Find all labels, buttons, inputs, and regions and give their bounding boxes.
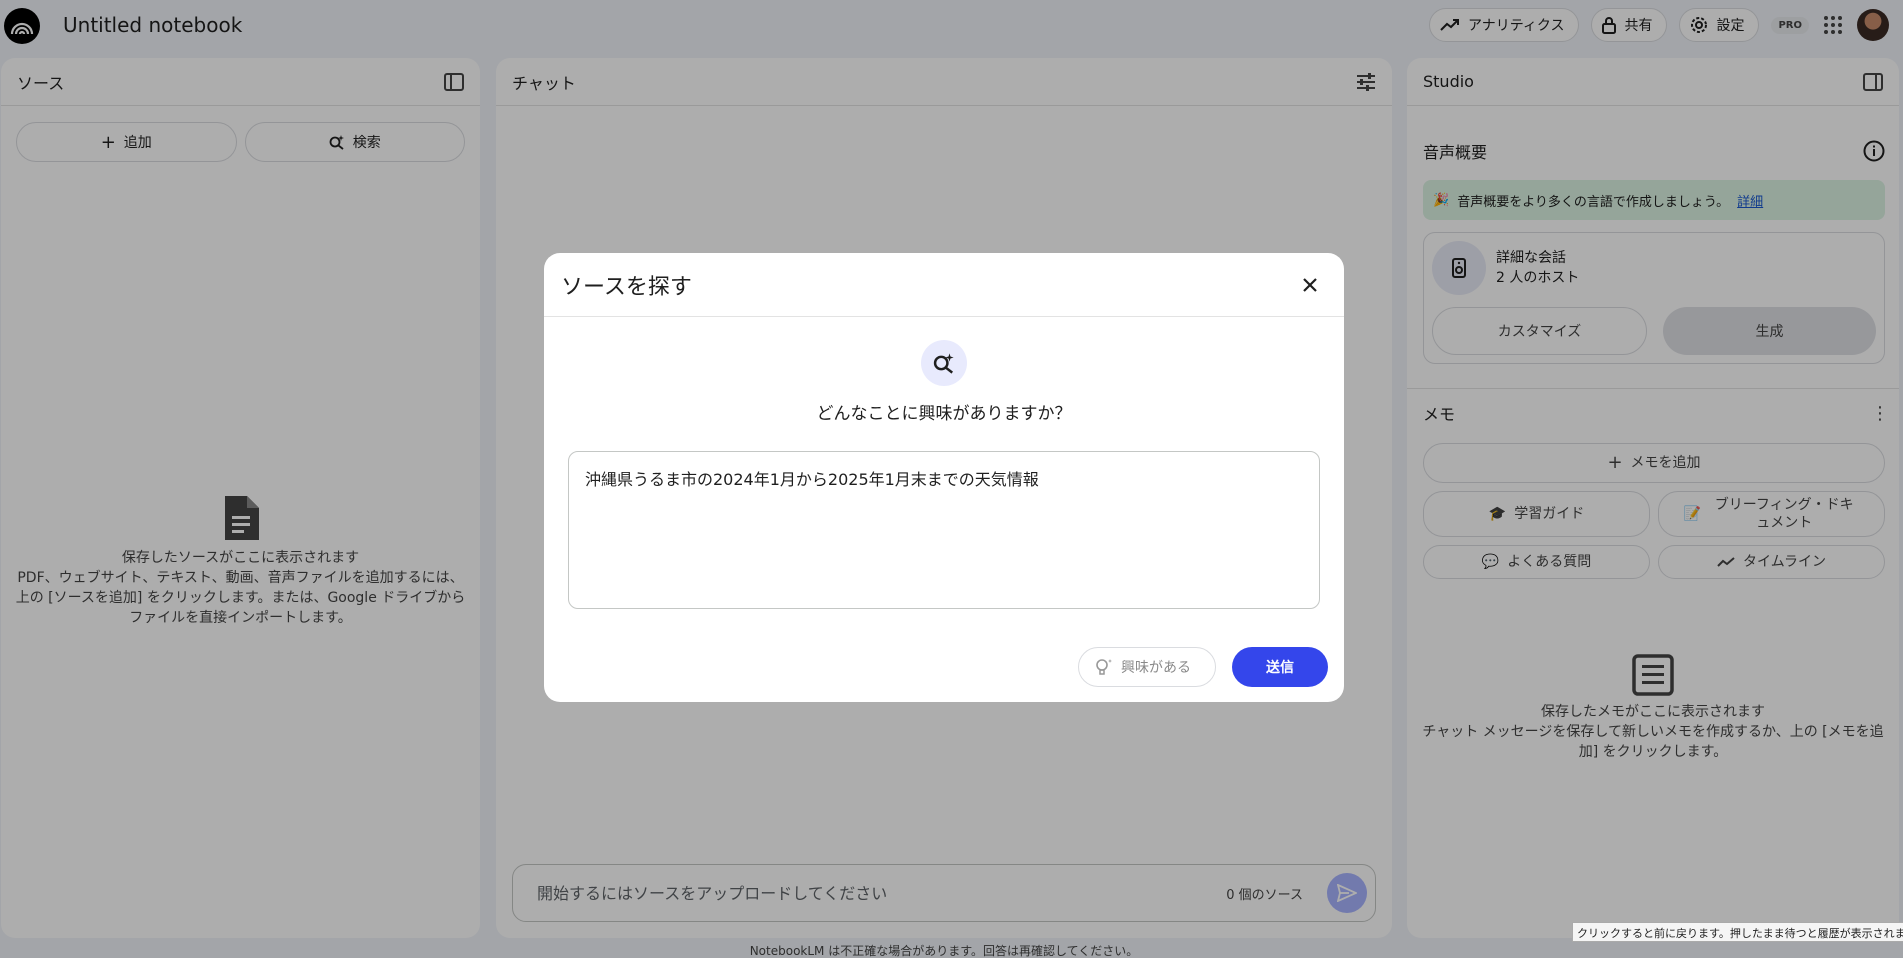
dialog-question: どんなことに興味がありますか？	[816, 404, 1072, 424]
search-spark-icon	[921, 340, 967, 386]
query-textarea[interactable]: 沖縄県うるま市の2024年1月から2025年1月末までの天気情報	[568, 451, 1320, 609]
interest-button[interactable]: 興味がある	[1078, 647, 1216, 687]
back-button-tooltip: クリックすると前に戻ります。押したまま待つと履歴が表示されます。	[1572, 922, 1903, 942]
dialog-title: ソースを探す	[561, 274, 692, 300]
close-icon[interactable]	[1302, 277, 1318, 293]
interest-label: 興味がある	[1121, 660, 1191, 676]
lightbulb-spark-icon	[1096, 659, 1112, 675]
submit-button[interactable]: 送信	[1232, 647, 1328, 687]
find-sources-dialog: ソースを探す どんなことに興味がありますか？ 沖縄県うるま市の2024年1月から…	[544, 253, 1344, 702]
